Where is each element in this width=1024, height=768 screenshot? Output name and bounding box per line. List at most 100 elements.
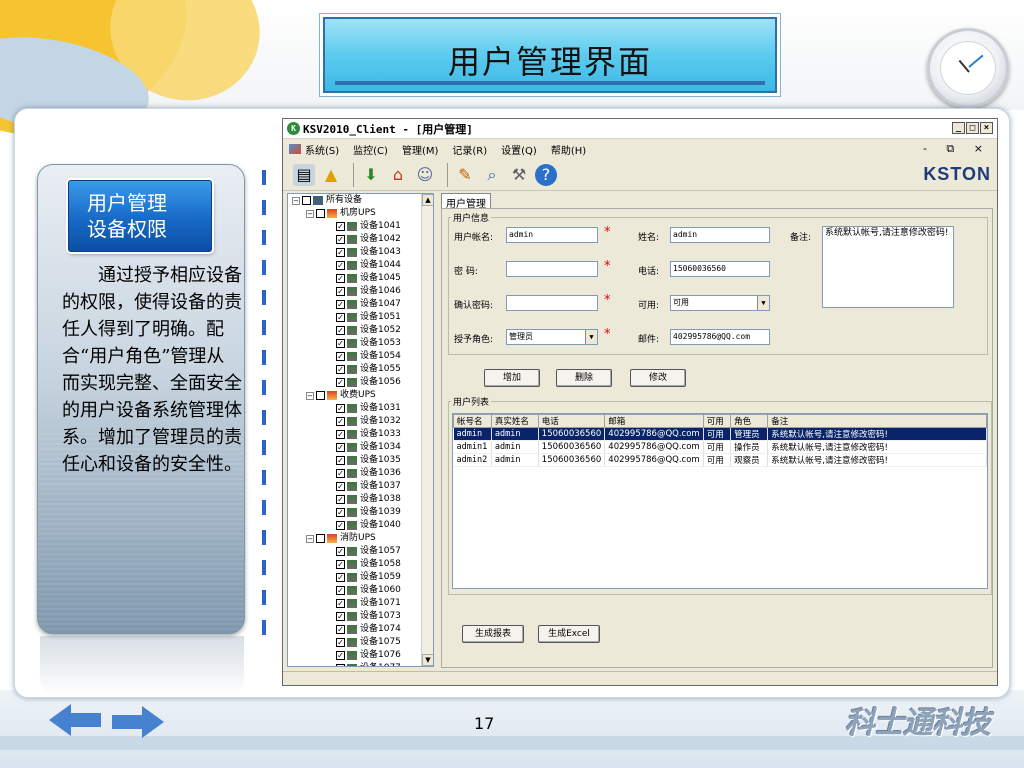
tree-item-device[interactable]: ✓ 设备1045: [288, 272, 433, 285]
tree-item-device[interactable]: ✓ 设备1059: [288, 571, 433, 584]
menu-system[interactable]: 系统(S): [305, 142, 339, 157]
tree-item-device[interactable]: ✓ 设备1054: [288, 350, 433, 363]
checkbox[interactable]: ✓: [336, 248, 345, 257]
checkbox[interactable]: [316, 391, 325, 400]
device-tree[interactable]: − 所有设备 − 机房UPS ✓ 设备1041 ✓ 设备1042 ✓ 设备1043 ✓ 设备1044 ✓…: [287, 193, 434, 667]
next-arrow-icon[interactable]: [108, 700, 168, 740]
email-input[interactable]: 402995786@QQ.com: [670, 329, 770, 345]
checkbox[interactable]: ✓: [336, 664, 345, 666]
checkbox[interactable]: ✓: [336, 430, 345, 439]
checkbox[interactable]: [302, 196, 311, 205]
checkbox[interactable]: ✓: [336, 625, 345, 634]
col-email[interactable]: 邮箱: [604, 414, 704, 428]
add-button[interactable]: 增加: [484, 369, 540, 387]
col-account[interactable]: 帐号名: [453, 414, 492, 428]
mdi-controls[interactable]: - ⧉ ×: [923, 142, 991, 156]
checkbox[interactable]: ✓: [336, 482, 345, 491]
tree-item-device[interactable]: ✓ 设备1055: [288, 363, 433, 376]
expand-toggle-icon[interactable]: −: [306, 391, 314, 400]
menu-records[interactable]: 记录(R): [452, 142, 487, 157]
checkbox[interactable]: ✓: [336, 261, 345, 270]
modify-button[interactable]: 修改: [630, 369, 686, 387]
warning-icon[interactable]: ▲: [320, 164, 342, 186]
tree-item-device[interactable]: ✓ 设备1076: [288, 649, 433, 662]
col-realname[interactable]: 真实姓名: [490, 414, 539, 428]
tree-item-device[interactable]: ✓ 设备1037: [288, 480, 433, 493]
tree-group[interactable]: − 机房UPS: [288, 207, 433, 220]
tree-item-device[interactable]: ✓ 设备1031: [288, 402, 433, 415]
chevron-down-icon[interactable]: ▼: [585, 330, 597, 344]
password-input[interactable]: [506, 261, 598, 277]
checkbox[interactable]: ✓: [336, 235, 345, 244]
checkbox[interactable]: ✓: [336, 417, 345, 426]
checkbox[interactable]: ✓: [336, 547, 345, 556]
tree-item-device[interactable]: ✓ 设备1053: [288, 337, 433, 350]
menu-settings[interactable]: 设置(Q): [501, 142, 537, 157]
close-button[interactable]: ×: [980, 122, 993, 134]
tree-item-device[interactable]: ✓ 设备1052: [288, 324, 433, 337]
tree-group[interactable]: − 消防UPS: [288, 532, 433, 545]
checkbox[interactable]: ✓: [336, 339, 345, 348]
tree-root[interactable]: − 所有设备: [288, 194, 433, 207]
account-input[interactable]: admin: [506, 227, 598, 243]
checkbox[interactable]: ✓: [336, 469, 345, 478]
checkbox[interactable]: ✓: [336, 586, 345, 595]
home-icon[interactable]: ⌂: [387, 164, 409, 186]
checkbox[interactable]: ✓: [336, 404, 345, 413]
generate-excel-button[interactable]: 生成Excel: [538, 625, 600, 643]
tree-item-device[interactable]: ✓ 设备1057: [288, 545, 433, 558]
expand-toggle-icon[interactable]: −: [306, 209, 314, 218]
enabled-select[interactable]: 可用 ▼: [670, 295, 770, 311]
tree-item-device[interactable]: ✓ 设备1046: [288, 285, 433, 298]
tree-item-device[interactable]: ✓ 设备1047: [288, 298, 433, 311]
checkbox[interactable]: ✓: [336, 378, 345, 387]
name-input[interactable]: admin: [670, 227, 770, 243]
menu-help[interactable]: 帮助(H): [551, 142, 586, 157]
search-icon[interactable]: ⌕: [481, 164, 503, 186]
tree-group[interactable]: − 收费UPS: [288, 389, 433, 402]
tree-item-device[interactable]: ✓ 设备1041: [288, 220, 433, 233]
tools-icon[interactable]: ⚒: [508, 164, 530, 186]
tree-item-device[interactable]: ✓ 设备1032: [288, 415, 433, 428]
remark-textarea[interactable]: 系统默认帐号,请注意修改密码!: [822, 226, 954, 308]
minimize-button[interactable]: _: [952, 122, 965, 134]
tree-item-device[interactable]: ✓ 设备1056: [288, 376, 433, 389]
menu-manage[interactable]: 管理(M): [402, 142, 438, 157]
tree-item-device[interactable]: ✓ 设备1033: [288, 428, 433, 441]
tree-item-device[interactable]: ✓ 设备1038: [288, 493, 433, 506]
help-icon[interactable]: ?: [535, 163, 557, 186]
expand-toggle-icon[interactable]: −: [292, 196, 300, 205]
maximize-button[interactable]: □: [966, 122, 979, 134]
col-phone[interactable]: 电话: [537, 414, 606, 428]
table-row[interactable]: admin1 admin 15060036560 402995786@QQ.co…: [453, 440, 987, 454]
scroll-up-icon[interactable]: ▲: [422, 194, 433, 206]
checkbox[interactable]: ✓: [336, 612, 345, 621]
checkbox[interactable]: ✓: [336, 508, 345, 517]
checkbox[interactable]: ✓: [336, 599, 345, 608]
phone-input[interactable]: 15060036560: [670, 261, 770, 277]
tree-item-device[interactable]: ✓ 设备1042: [288, 233, 433, 246]
checkbox[interactable]: ✓: [336, 560, 345, 569]
checkbox[interactable]: ✓: [336, 222, 345, 231]
tree-item-device[interactable]: ✓ 设备1074: [288, 623, 433, 636]
checkbox[interactable]: [316, 534, 325, 543]
prev-arrow-icon[interactable]: [45, 698, 105, 738]
confirm-password-input[interactable]: [506, 295, 598, 311]
checkbox[interactable]: ✓: [336, 326, 345, 335]
checkbox[interactable]: ✓: [336, 651, 345, 660]
download-icon[interactable]: ⬇: [360, 164, 382, 186]
delete-button[interactable]: 删除: [556, 369, 612, 387]
tree-scrollbar[interactable]: ▲ ▼: [421, 194, 433, 666]
tree-item-device[interactable]: ✓ 设备1039: [288, 506, 433, 519]
user-icon[interactable]: ☺: [414, 164, 436, 186]
menu-monitor[interactable]: 监控(C): [353, 142, 388, 157]
tree-item-device[interactable]: ✓ 设备1071: [288, 597, 433, 610]
generate-report-button[interactable]: 生成报表: [462, 625, 524, 643]
tree-item-device[interactable]: ✓ 设备1040: [288, 519, 433, 532]
checkbox[interactable]: ✓: [336, 313, 345, 322]
tree-item-device[interactable]: ✓ 设备1058: [288, 558, 433, 571]
chevron-down-icon[interactable]: ▼: [757, 296, 769, 310]
col-remark[interactable]: 备注: [767, 414, 987, 428]
tree-item-device[interactable]: ✓ 设备1073: [288, 610, 433, 623]
tree-item-device[interactable]: ✓ 设备1044: [288, 259, 433, 272]
